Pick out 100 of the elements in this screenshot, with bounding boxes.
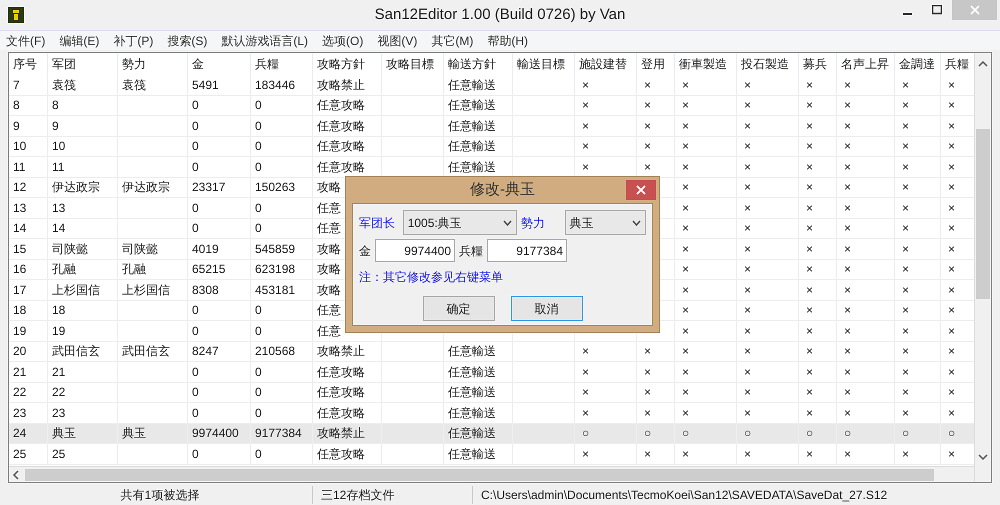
table-cell-text: ×: [901, 261, 910, 278]
column-header[interactable]: 序号: [9, 53, 48, 75]
column-header[interactable]: 军团: [48, 53, 118, 75]
dropdown[interactable]: 1005:典玉: [402, 210, 517, 235]
menu-item[interactable]: 默认游戏语言(L): [221, 32, 308, 50]
table-cell-text: ×: [843, 240, 852, 258]
table-cell-text: ×: [947, 240, 956, 258]
table-cell-text: 15: [13, 240, 26, 258]
table-cell-text: ×: [581, 343, 590, 360]
table-cell-text: ×: [681, 220, 690, 238]
table-cell-text: 21: [52, 364, 66, 381]
status-text: C:\Users\admin\Documents\TecmoKoei\San12\SAVEDATA\SaveDat_27.S12: [480, 487, 888, 504]
column-header[interactable]: 募兵: [799, 53, 837, 75]
table-cell-text: 17: [13, 282, 26, 299]
table-cell-text: ×: [901, 404, 910, 422]
column-header[interactable]: 登用: [637, 53, 675, 75]
table-cell-text: ○: [743, 425, 752, 442]
table-cell-text: 0: [192, 97, 199, 114]
table-cell-text: 9974400: [192, 425, 239, 442]
dialog-button[interactable]: 取消: [510, 296, 582, 321]
table-cell-text: ×: [743, 76, 752, 94]
maximize-icon: [932, 5, 942, 15]
status-text: 三12存档文件: [313, 486, 473, 504]
table-cell-text: 16: [13, 261, 26, 278]
column-header[interactable]: 名声上昇: [837, 53, 895, 75]
menu-item[interactable]: 搜索(S): [167, 32, 208, 50]
table-cell-text: ×: [901, 118, 910, 135]
table-cell-text: 8: [13, 97, 20, 114]
table-cell-text: 7: [13, 76, 20, 94]
menu-item[interactable]: 帮助(H): [487, 32, 528, 50]
table-cell-text: ×: [901, 158, 910, 176]
table-cell-text: 13: [13, 200, 26, 217]
menu-item[interactable]: 选项(O): [322, 32, 364, 50]
table-cell-text: 0: [255, 364, 262, 381]
column-header[interactable]: 衝車製造: [675, 53, 737, 75]
vertical-scrollbar-thumb[interactable]: [976, 129, 990, 299]
column-header[interactable]: 兵糧: [251, 53, 313, 75]
table-cell-text: ×: [901, 200, 910, 217]
dialog-button[interactable]: 确定: [422, 296, 494, 321]
table-cell-text: ×: [805, 302, 814, 320]
minimize-icon: [902, 12, 912, 14]
column-header[interactable]: 輸送方針: [444, 53, 513, 75]
table-cell-text: ×: [843, 343, 852, 360]
table-cell-text: 11: [13, 158, 26, 176]
table-cell-text: 0: [255, 138, 262, 156]
column-header[interactable]: 勢力: [118, 53, 188, 75]
column-header[interactable]: 攻略目標: [382, 53, 444, 75]
table-cell-text: ×: [681, 97, 690, 114]
table-cell-text: 典玉: [52, 425, 76, 442]
column-header[interactable]: 金調達: [895, 53, 941, 75]
table-cell-text: 0: [255, 200, 262, 217]
close-button[interactable]: [626, 180, 656, 200]
table-cell-text: 0: [255, 97, 262, 114]
horizontal-scrollbar-thumb[interactable]: [25, 468, 934, 480]
menu-item[interactable]: 编辑(E): [59, 32, 100, 50]
table-cell-text: 任意攻略: [317, 158, 365, 176]
table-cell-text: ×: [743, 384, 752, 402]
field-label: 兵糧: [459, 242, 483, 260]
table-cell-text: ×: [643, 76, 652, 94]
menu-item[interactable]: 视图(V): [377, 32, 418, 50]
menu-item[interactable]: 文件(F): [6, 32, 46, 50]
table-cell-text: ×: [681, 118, 690, 135]
table-cell-text: ×: [743, 97, 752, 114]
column-header[interactable]: 投石製造: [737, 53, 799, 75]
table-row[interactable]: 24 典玉 典玉 9974400 9177384 攻略禁止 任意輸送 ○ ○ ○ ○ ○ ○ ○ ○: [9, 424, 974, 444]
menu-item[interactable]: 其它(M): [431, 32, 474, 50]
table-cell-text: ×: [681, 158, 690, 176]
dropdown[interactable]: 典玉: [564, 210, 646, 235]
table-cell-text: ×: [947, 97, 956, 114]
table-cell-text: ×: [805, 179, 814, 196]
table-cell-text: ×: [643, 404, 652, 422]
table-cell-text: 11: [52, 158, 64, 176]
table-cell-text: ×: [681, 240, 690, 258]
table-cell-text: ○: [805, 425, 814, 442]
table-cell-text: 任意: [317, 302, 341, 320]
table-cell-text: ×: [947, 138, 956, 156]
table-cell-text: ×: [643, 343, 652, 360]
table-cell-text: 任意輸送: [448, 158, 496, 176]
table-cell-text: ×: [947, 343, 956, 360]
table-cell-text: ×: [681, 200, 690, 217]
table-cell-text: 任意攻略: [317, 138, 365, 156]
column-header[interactable]: 施設建替: [575, 53, 637, 75]
table-cell-text: 攻略: [317, 261, 341, 278]
menu-item[interactable]: 补丁(P): [113, 32, 154, 50]
table-cell-text: 上杉国信: [52, 282, 100, 299]
number-field[interactable]: 9177384: [487, 239, 567, 262]
table-cell-text: ×: [743, 322, 752, 340]
table-cell-text: ×: [805, 158, 814, 176]
table-cell-text: 任意攻略: [317, 97, 365, 114]
column-header[interactable]: 金: [188, 53, 251, 75]
table-cell-text: ×: [901, 76, 910, 94]
column-header[interactable]: 攻略方針: [313, 53, 382, 75]
table-cell-text: ×: [843, 158, 852, 176]
number-field[interactable]: 9974400: [375, 239, 455, 262]
table-cell-text: 10: [52, 138, 66, 156]
table-cell-text: 14: [52, 220, 66, 238]
table-cell-text: ×: [901, 240, 910, 258]
table-cell-text: 0: [255, 446, 262, 463]
column-header[interactable]: 輸送目標: [513, 53, 575, 75]
table-cell-text: ×: [843, 220, 852, 238]
